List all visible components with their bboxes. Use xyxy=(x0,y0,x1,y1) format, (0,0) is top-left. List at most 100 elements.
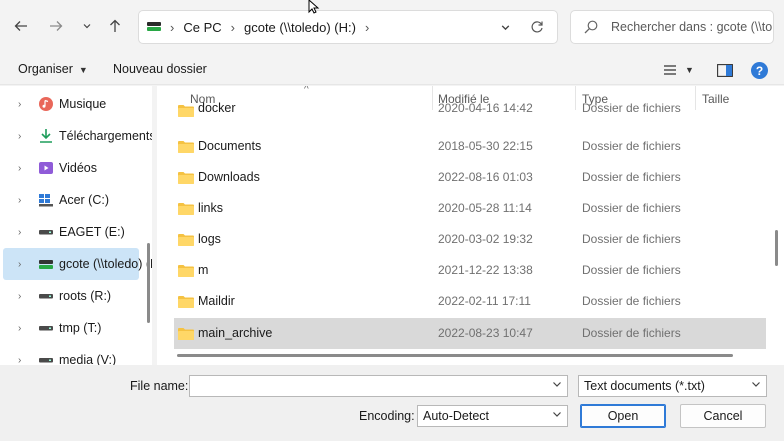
nav-item-label: Musique xyxy=(59,97,107,111)
preview-pane-icon xyxy=(717,63,733,77)
file-type: Dossier de fichiers xyxy=(582,326,681,340)
table-row[interactable]: Maildir 2022-02-11 17:11 Dossier de fich… xyxy=(174,286,766,317)
help-button[interactable]: ? xyxy=(751,61,768,79)
help-icon: ? xyxy=(751,61,768,79)
file-name: docker xyxy=(198,101,236,115)
cancel-button[interactable]: Cancel xyxy=(680,404,766,428)
folder-icon xyxy=(178,203,194,215)
folder-icon xyxy=(178,234,194,246)
new-folder-label: Nouveau dossier xyxy=(113,62,207,76)
file-type: Dossier de fichiers xyxy=(582,201,681,215)
chevron-right-icon[interactable]: › xyxy=(18,163,21,174)
table-row[interactable]: links 2020-05-28 11:14 Dossier de fichie… xyxy=(174,193,766,224)
nav-item-eaget-drive[interactable]: › EAGET (E:) xyxy=(0,216,140,248)
nav-item-downloads[interactable]: › Téléchargements xyxy=(0,120,152,152)
nav-item-label: roots (R:) xyxy=(59,289,112,303)
file-name-input[interactable] xyxy=(189,375,568,397)
file-modified: 2020-04-16 14:42 xyxy=(438,101,533,115)
folder-icon xyxy=(178,328,194,340)
nav-item-tmp-drive[interactable]: › tmp (T:) xyxy=(0,312,140,344)
chevron-right-icon[interactable]: › xyxy=(365,20,369,35)
dialog-footer: File name: Text documents (*.txt) Encodi… xyxy=(0,365,784,441)
file-name: Downloads xyxy=(198,170,260,184)
file-type-select[interactable]: Text documents (*.txt) xyxy=(578,375,767,397)
file-list-horizontal-scrollbar[interactable] xyxy=(177,354,733,357)
command-bar: Organiser ▼ Nouveau dossier ▼ ? xyxy=(0,55,784,85)
file-modified: 2021-12-22 13:38 xyxy=(438,263,533,277)
encoding-select[interactable]: Auto-Detect xyxy=(417,405,568,427)
drive-icon xyxy=(39,326,53,331)
nav-item-label: gcote (\\toledo) (H:) xyxy=(59,257,152,271)
refresh-button[interactable] xyxy=(527,17,547,37)
organize-button[interactable]: Organiser ▼ xyxy=(18,62,88,76)
nav-item-gcote-drive[interactable]: › gcote (\\toledo) (H:) xyxy=(3,248,152,280)
breadcrumb-item-drive[interactable]: gcote (\\toledo) (H:) xyxy=(244,20,356,35)
file-list-vertical-scrollbar[interactable] xyxy=(775,230,778,266)
breadcrumb-item-this-pc[interactable]: Ce PC xyxy=(183,20,221,35)
chevron-right-icon[interactable]: › xyxy=(18,131,21,142)
nav-pane-scrollbar[interactable] xyxy=(147,243,150,323)
table-row[interactable]: m 2021-12-22 13:38 Dossier de fichiers xyxy=(174,255,766,286)
table-row[interactable]: Documents 2018-05-30 22:15 Dossier de fi… xyxy=(174,131,766,162)
file-name: Maildir xyxy=(198,294,235,308)
folder-icon xyxy=(178,296,194,308)
nav-item-music[interactable]: › Musique xyxy=(0,88,140,120)
file-modified: 2020-05-28 11:14 xyxy=(438,201,532,215)
chevron-right-icon[interactable]: › xyxy=(18,259,21,270)
file-name: links xyxy=(198,201,224,215)
chevron-right-icon[interactable]: › xyxy=(18,227,21,238)
svg-text:?: ? xyxy=(756,64,763,78)
file-type-value: Text documents (*.txt) xyxy=(584,379,705,393)
chevron-down-icon xyxy=(501,24,509,30)
nav-item-roots-drive[interactable]: › roots (R:) xyxy=(0,280,140,312)
view-options-button[interactable]: ▼ xyxy=(663,61,694,79)
folder-icon xyxy=(178,265,194,277)
nav-item-acer-drive[interactable]: › Acer (C:) xyxy=(0,184,140,216)
chevron-right-icon: › xyxy=(170,19,175,35)
chevron-down-icon[interactable] xyxy=(552,379,562,392)
file-list[interactable]: ^ Nom Modifié le Type Taille docker 2020… xyxy=(157,86,784,365)
back-button[interactable] xyxy=(9,14,33,38)
organize-label: Organiser xyxy=(18,62,73,76)
chevron-right-icon[interactable]: › xyxy=(231,20,235,35)
mouse-cursor-icon xyxy=(308,0,320,14)
search-icon xyxy=(584,20,598,34)
up-button[interactable] xyxy=(103,14,127,38)
nav-item-media-drive[interactable]: › media (V:) xyxy=(0,344,140,365)
chevron-right-icon[interactable]: › xyxy=(18,323,21,334)
file-modified: 2022-08-16 01:03 xyxy=(438,170,533,184)
arrow-up-icon xyxy=(110,19,120,32)
file-modified: 2018-05-30 22:15 xyxy=(438,139,533,153)
chevron-right-icon[interactable]: › xyxy=(18,99,21,110)
caret-down-icon: ▼ xyxy=(685,65,694,75)
table-row[interactable]: logs 2020-03-02 19:32 Dossier de fichier… xyxy=(174,224,766,255)
chevron-right-icon[interactable]: › xyxy=(18,355,21,366)
address-bar[interactable]: › Ce PC › gcote (\\toledo) (H:) › xyxy=(138,10,558,44)
file-name: logs xyxy=(198,232,221,246)
file-type: Dossier de fichiers xyxy=(582,294,681,308)
table-row[interactable]: Downloads 2022-08-16 01:03 Dossier de fi… xyxy=(174,162,766,193)
network-drive-icon xyxy=(147,22,161,32)
new-folder-button[interactable]: Nouveau dossier xyxy=(113,62,207,76)
file-type: Dossier de fichiers xyxy=(582,101,681,115)
table-row[interactable]: docker 2020-04-16 14:42 Dossier de fichi… xyxy=(174,100,766,131)
recent-locations-button[interactable] xyxy=(75,14,99,38)
chevron-down-icon xyxy=(83,24,91,29)
nav-item-videos[interactable]: › Vidéos xyxy=(0,152,140,184)
address-history-dropdown[interactable] xyxy=(495,17,515,37)
file-name-label: File name: xyxy=(130,379,189,393)
chevron-down-icon xyxy=(552,409,562,422)
search-box[interactable]: Rechercher dans : gcote (\\toledo) (H:) xyxy=(570,10,774,44)
navigation-pane[interactable]: › Musique › Téléchargements › Vidéos › A… xyxy=(0,86,152,365)
forward-button[interactable] xyxy=(44,14,68,38)
preview-pane-button[interactable] xyxy=(717,61,733,79)
table-row-selected[interactable]: main_archive 2022-08-23 10:47 Dossier de… xyxy=(174,318,766,349)
drive-icon xyxy=(39,294,53,299)
chevron-right-icon[interactable]: › xyxy=(18,291,21,302)
file-name: m xyxy=(198,263,209,277)
chevron-right-icon[interactable]: › xyxy=(18,195,21,206)
arrow-left-icon xyxy=(14,21,27,31)
open-button[interactable]: Open xyxy=(580,404,666,428)
file-type: Dossier de fichiers xyxy=(582,263,681,277)
file-type: Dossier de fichiers xyxy=(582,232,681,246)
